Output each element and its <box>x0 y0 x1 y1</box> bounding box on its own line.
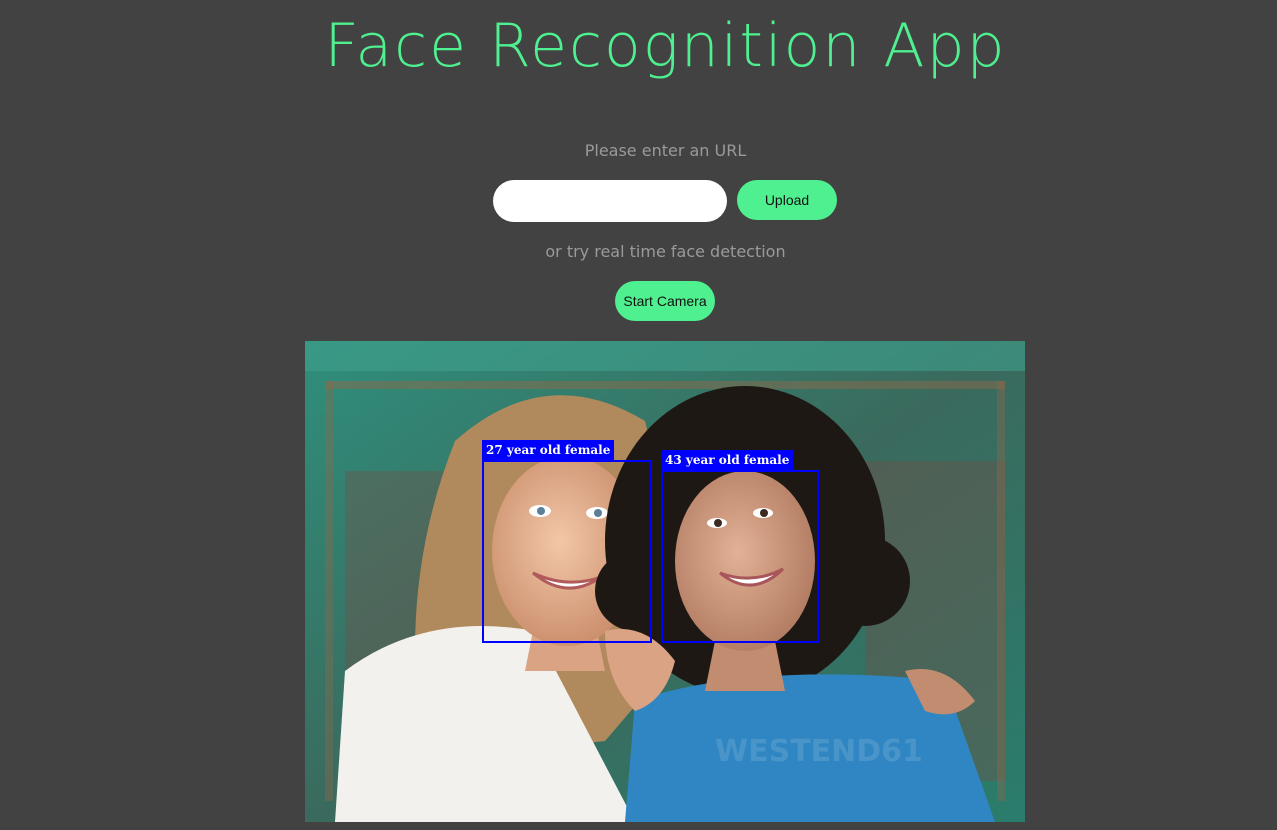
start-camera-button[interactable]: Start Camera <box>615 281 715 321</box>
face-label-2: 43 year old female <box>661 450 794 470</box>
watermark-text: WESTEND61 <box>715 734 923 769</box>
face-box-1 <box>482 460 652 643</box>
page-title: Face Recognition App <box>324 11 1007 81</box>
detection-image: WESTEND61 27 year old female 43 year old… <box>305 341 1025 822</box>
realtime-prompt: or try real time face detection <box>545 242 786 261</box>
url-input[interactable] <box>493 180 727 222</box>
face-label-1: 27 year old female <box>482 440 615 460</box>
face-box-2 <box>661 470 819 643</box>
upload-button[interactable]: Upload <box>737 180 837 220</box>
url-prompt: Please enter an URL <box>584 141 747 160</box>
